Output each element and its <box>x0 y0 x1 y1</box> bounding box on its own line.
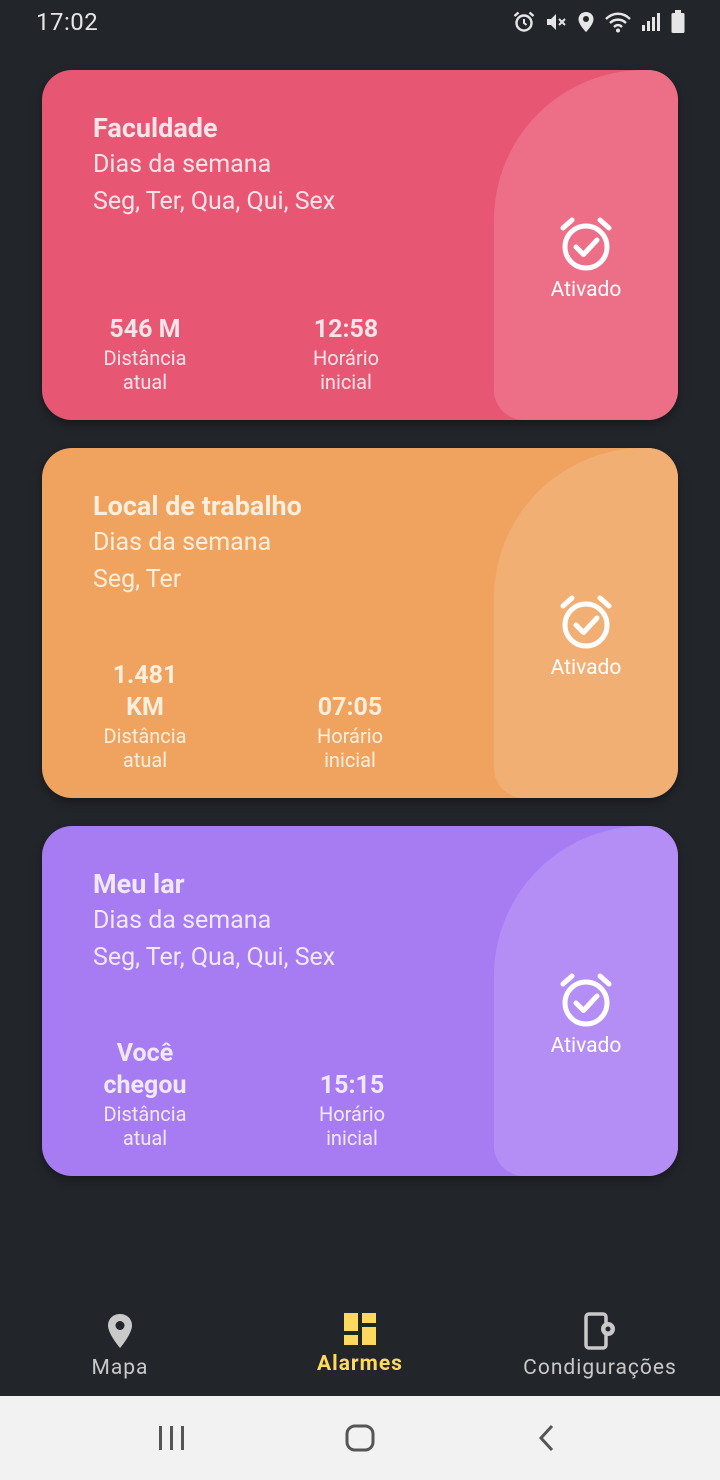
alarm-days-label: Dias da semana <box>93 150 272 179</box>
alarm-status-label: Ativado <box>550 656 622 680</box>
back-icon[interactable] <box>536 1423 558 1453</box>
alarm-title: Faculdade <box>93 112 218 144</box>
distance-label-line1: Distância <box>103 1102 187 1126</box>
status-bar: 17:02 <box>0 0 720 44</box>
recent-apps-icon[interactable] <box>157 1424 187 1452</box>
alarm-check-icon <box>560 595 612 649</box>
distance-label-line1: Distância <box>103 724 187 748</box>
start-time-label-line1: Horário <box>319 1102 385 1126</box>
alarm-title: Meu lar <box>93 868 185 900</box>
start-time-value: 15:15 <box>319 1071 385 1100</box>
start-time-stat: 15:15 Horário inicial <box>272 1070 432 1150</box>
alarm-days-label: Dias da semana <box>93 906 272 935</box>
alarm-info: Meu lar Dias da semana Seg, Ter, Qua, Qu… <box>93 866 335 976</box>
alarm-icon <box>513 11 535 32</box>
alarm-card[interactable]: Meu lar Dias da semana Seg, Ter, Qua, Qu… <box>42 826 678 1176</box>
distance-label-line2: atual <box>122 370 168 394</box>
phone-settings-icon <box>584 1312 615 1350</box>
alarm-days: Seg, Ter <box>93 565 182 594</box>
distance-stat: 546 M Distância atual <box>65 314 225 394</box>
start-time-stat: 12:58 Horário inicial <box>266 314 426 394</box>
distance-value: Você chegou <box>103 1039 187 1100</box>
alarm-check-icon <box>560 973 612 1027</box>
alarm-info: Local de trabalho Dias da semana Seg, Te… <box>93 488 302 598</box>
dashboard-icon <box>344 1313 376 1345</box>
distance-stat: 1.481 KM Distância atual <box>65 660 225 772</box>
status-icons <box>512 9 686 35</box>
system-nav-bar <box>0 1396 720 1480</box>
alarm-days: Seg, Ter, Qua, Qui, Sex <box>93 943 336 972</box>
distance-stat: Você chegou Distância atual <box>65 1038 225 1150</box>
start-time-label-line2: inicial <box>320 370 372 394</box>
nav-label: Alarmes <box>317 1352 403 1376</box>
wifi-icon <box>605 12 631 33</box>
distance-value: 1.481 KM <box>112 661 178 722</box>
alarm-status[interactable]: Ativado <box>494 594 678 680</box>
location-icon <box>578 12 594 32</box>
nav-label: Condigurações <box>523 1356 677 1380</box>
alarm-card[interactable]: Faculdade Dias da semana Seg, Ter, Qua, … <box>42 70 678 420</box>
start-time-value: 12:58 <box>313 315 379 344</box>
status-time: 17:02 <box>36 8 99 36</box>
signal-icon <box>642 13 660 31</box>
alarm-status[interactable]: Ativado <box>494 972 678 1058</box>
nav-item-mapa[interactable]: Mapa <box>0 1312 240 1380</box>
start-time-label-line2: inicial <box>324 748 376 772</box>
start-time-stat: 07:05 Horário inicial <box>270 692 430 772</box>
distance-label-line1: Distância <box>103 346 187 370</box>
nav-item-configuracoes[interactable]: Condigurações <box>480 1312 720 1380</box>
alarm-days-label: Dias da semana <box>93 528 272 557</box>
alarm-status-label: Ativado <box>550 278 622 302</box>
distance-value: 546 M <box>109 315 181 344</box>
mute-icon <box>547 14 566 30</box>
battery-icon <box>671 10 685 33</box>
home-icon[interactable] <box>344 1423 376 1453</box>
alarm-status-label: Ativado <box>550 1034 622 1058</box>
start-time-label-line2: inicial <box>326 1126 378 1150</box>
distance-label-line2: atual <box>122 1126 168 1150</box>
alarm-info: Faculdade Dias da semana Seg, Ter, Qua, … <box>93 110 335 220</box>
start-time-label-line1: Horário <box>317 724 383 748</box>
start-time-value: 07:05 <box>317 693 383 722</box>
alarm-check-icon <box>560 217 612 271</box>
map-pin-icon <box>108 1314 132 1348</box>
nav-item-alarmes[interactable]: Alarmes <box>240 1312 480 1376</box>
nav-label: Mapa <box>91 1356 149 1380</box>
alarm-title: Local de trabalho <box>93 490 302 522</box>
alarm-status[interactable]: Ativado <box>494 216 678 302</box>
start-time-label-line1: Horário <box>313 346 379 370</box>
bottom-nav: Mapa Alarmes Condigurações <box>0 1296 720 1396</box>
alarm-days: Seg, Ter, Qua, Qui, Sex <box>93 187 336 216</box>
distance-label-line2: atual <box>122 748 168 772</box>
alarm-card[interactable]: Local de trabalho Dias da semana Seg, Te… <box>42 448 678 798</box>
